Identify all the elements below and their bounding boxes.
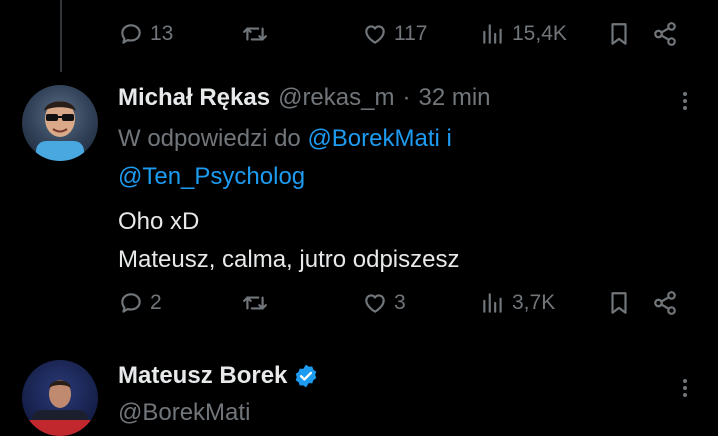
share-button[interactable] [652, 290, 678, 316]
author-name[interactable]: Mateusz Borek [118, 362, 287, 390]
reply-button[interactable]: 13 [118, 21, 173, 47]
conjunction: i [446, 125, 452, 152]
views-button[interactable]: 3,7K [480, 290, 555, 316]
like-icon [365, 294, 385, 313]
tweet-text-line: Mateusz, calma, jutro odpiszesz [118, 246, 460, 273]
reply-count: 2 [150, 291, 162, 314]
tweet-header: Michał Rękas @rekas_m · 32 min [118, 84, 491, 112]
replying-prefix: W odpowiedzi do [118, 125, 301, 152]
avatar[interactable] [22, 360, 98, 436]
mention-link[interactable]: @Ten_Psycholog [118, 163, 305, 190]
view-count: 3,7K [512, 291, 556, 314]
like-count: 3 [394, 291, 406, 314]
tweet-text: Oho xD Mateusz, calma, jutro odpiszesz [118, 203, 459, 279]
tweet-actions: 2 3 3,7K [118, 286, 688, 320]
bookmark-icon [611, 292, 627, 314]
like-button[interactable]: 3 [362, 290, 406, 316]
like-count: 117 [394, 22, 428, 45]
retweet-button[interactable] [242, 21, 268, 47]
views-icon [483, 293, 502, 313]
avatar-image [36, 101, 84, 161]
tweet-actions: 13 117 15,4K [118, 17, 688, 51]
reply-button[interactable]: 2 [118, 290, 162, 316]
views-button[interactable]: 15,4K [480, 21, 567, 47]
thread-line [60, 0, 62, 72]
timestamp[interactable]: 32 min [418, 84, 490, 112]
more-icon[interactable] [682, 376, 688, 400]
retweet-icon [243, 27, 267, 41]
tweet-text-line: Oho xD [118, 208, 200, 235]
share-icon [654, 291, 676, 315]
avatar[interactable] [22, 85, 98, 161]
verified-icon [296, 364, 317, 388]
views-icon [483, 24, 502, 44]
more-icon[interactable] [682, 89, 688, 113]
like-icon [365, 25, 385, 44]
bookmark-button[interactable] [606, 290, 632, 316]
avatar-image [22, 380, 98, 436]
replying-to: W odpowiedzi do @BorekMati i @Ten_Psycho… [118, 120, 558, 196]
view-count: 15,4K [512, 22, 567, 45]
share-button[interactable] [652, 21, 678, 47]
reply-count: 13 [150, 22, 174, 45]
bookmark-button[interactable] [606, 21, 632, 47]
bookmark-icon [611, 23, 627, 45]
author-handle[interactable]: @BorekMati [118, 399, 250, 427]
like-button[interactable]: 117 [362, 21, 427, 47]
tweet-header: Mateusz Borek [118, 362, 319, 390]
author-name[interactable]: Michał Rękas [118, 84, 270, 112]
reply-icon [121, 24, 141, 44]
author-handle[interactable]: @rekas_m [278, 84, 394, 112]
retweet-button[interactable] [242, 290, 268, 316]
reply-icon [121, 293, 141, 313]
retweet-icon [243, 296, 267, 310]
separator: · [402, 84, 411, 111]
share-icon [654, 22, 676, 46]
mention-link[interactable]: @BorekMati [307, 125, 439, 152]
